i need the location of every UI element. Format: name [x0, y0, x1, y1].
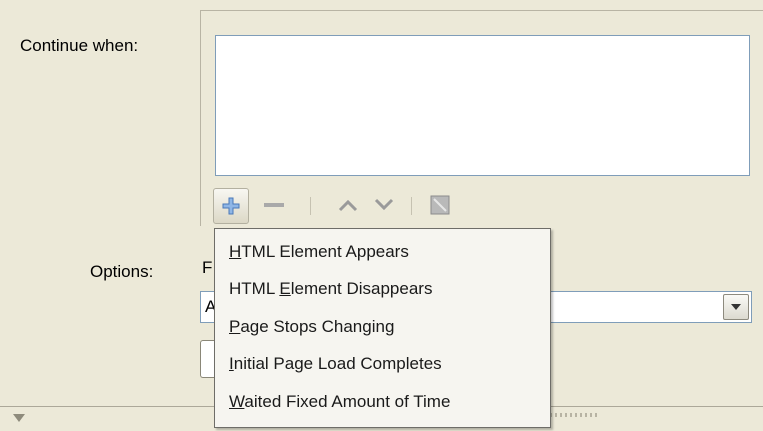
add-condition-button[interactable]: [213, 188, 249, 224]
options-label: Options:: [90, 262, 154, 281]
menu-item-initial-page-load-completes[interactable]: Initial Page Load Completes: [229, 349, 442, 379]
conditions-toolbar: [213, 188, 463, 224]
chevron-up-icon: [338, 199, 358, 212]
menu-item-html-element-disappears[interactable]: HTML Element Disappears: [229, 274, 432, 304]
dropdown-arrow-button[interactable]: [723, 294, 749, 320]
chevron-down-icon: [731, 304, 741, 310]
menu-item-waited-fixed-amount-of-time[interactable]: Waited Fixed Amount of Time: [229, 387, 450, 417]
conditions-list[interactable]: [215, 35, 750, 176]
toolbar-separator: [411, 197, 412, 215]
chevron-down-icon: [374, 198, 394, 211]
plus-icon: [222, 197, 240, 215]
edit-condition-button[interactable]: [423, 188, 457, 222]
menu-item-page-stops-changing[interactable]: Page Stops Changing: [229, 312, 394, 342]
add-condition-menu: HTML Element Appears HTML Element Disapp…: [214, 228, 551, 428]
minus-icon: [264, 203, 284, 207]
move-down-button[interactable]: [369, 188, 399, 222]
options-sublabel: F: [202, 258, 213, 277]
remove-condition-button[interactable]: [257, 188, 291, 222]
collapse-arrow-icon[interactable]: [13, 414, 25, 422]
menu-item-html-element-appears[interactable]: HTML Element Appears: [229, 237, 409, 267]
edit-icon: [430, 195, 450, 215]
toolbar-separator: [310, 197, 311, 215]
continue-when-label: Continue when:: [20, 36, 139, 55]
move-up-button[interactable]: [333, 188, 363, 222]
